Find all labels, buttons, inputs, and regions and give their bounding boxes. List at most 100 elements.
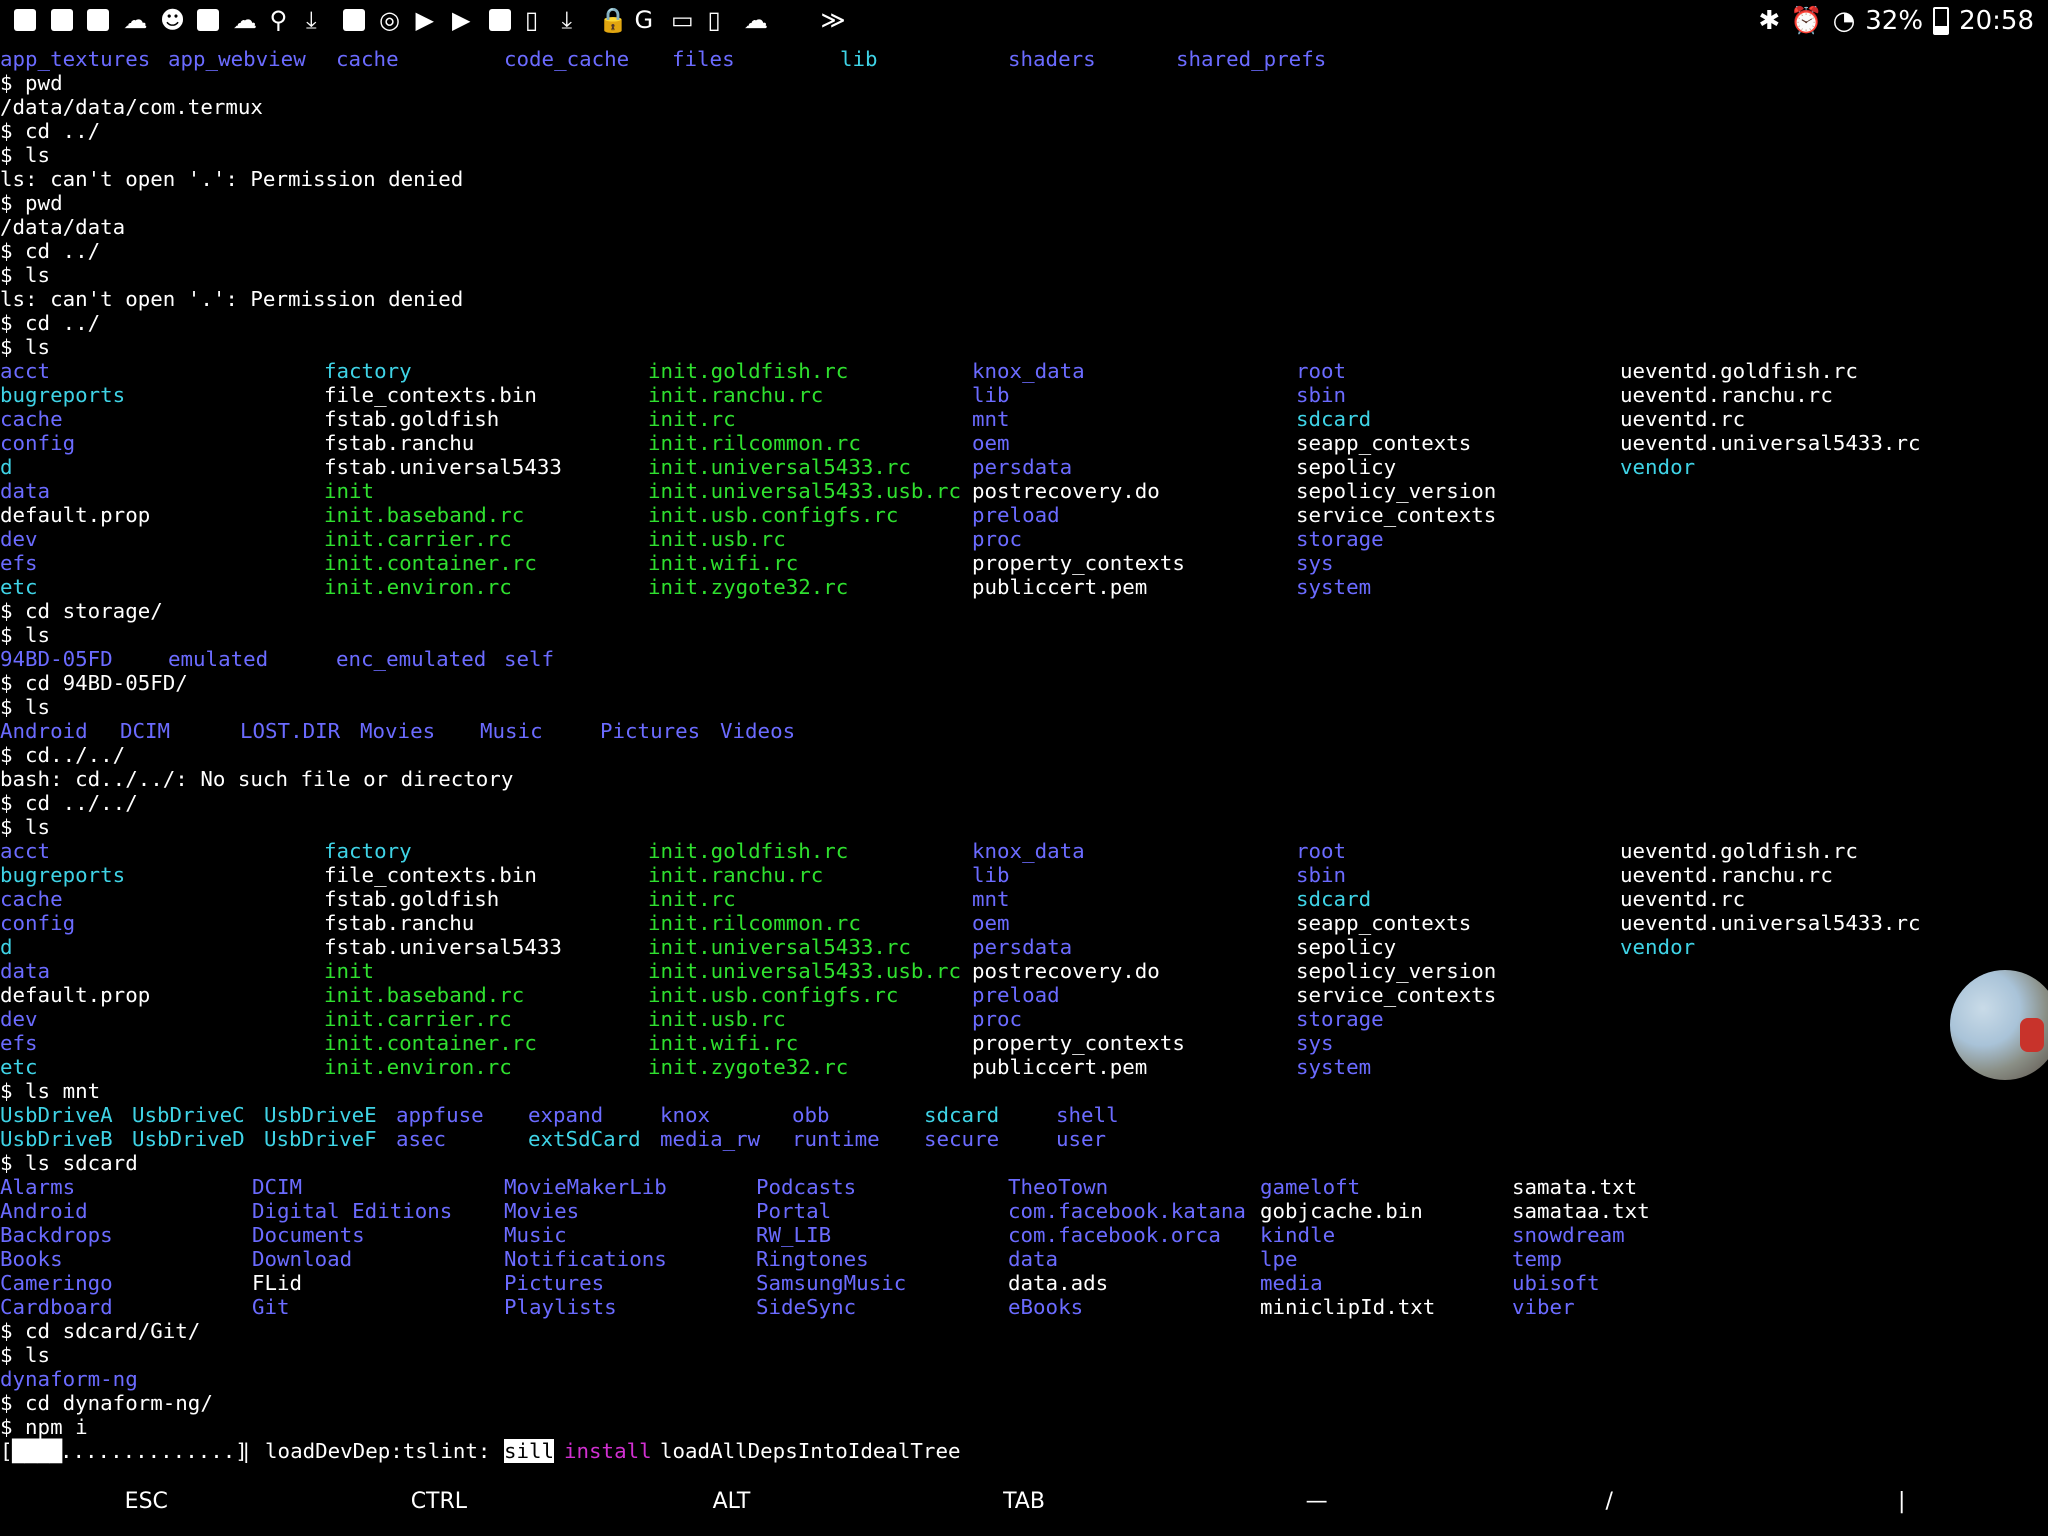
terminal-token: file_contexts.bin (324, 863, 537, 887)
extra-key-4[interactable]: — (1170, 1480, 1463, 1536)
terminal-token: publiccert.pem (972, 1055, 1148, 1079)
terminal-token: RW_LIB (756, 1223, 832, 1247)
terminal-line: bugreports file_contexts.bin init.ranchu.r… (0, 863, 2048, 887)
terminal-token: file_contexts.bin (324, 383, 537, 407)
terminal-line: dev init.carrier.rc init.usb.rc proc storage (0, 1007, 2048, 1031)
terminal-token: Videos (720, 719, 796, 743)
terminal-token: bugreports (0, 383, 126, 407)
terminal-token: ueventd.goldfish.rc (1620, 839, 1858, 863)
terminal-line: $ cd sdcard/Git/ (0, 1319, 2048, 1343)
terminal-token: MovieMakerLib (504, 1175, 667, 1199)
terminal-token: system (1296, 575, 1372, 599)
flipboard-icon (196, 6, 219, 34)
clipboard-icon: ▯ (707, 6, 721, 34)
terminal-token: init (324, 479, 375, 503)
terminal-token: property_contexts (972, 1031, 1185, 1055)
battery-percent: 32% (1865, 6, 1924, 36)
terminal-token: persdata (972, 455, 1073, 479)
terminal-token: loadAllDepsIntoIdealTree (660, 1439, 961, 1463)
terminal-line: $ cd ../ (0, 239, 2048, 263)
terminal-token: sys (1296, 551, 1334, 575)
terminal-token: app_webview (168, 47, 306, 71)
flipboard-icon (87, 6, 109, 34)
extra-key-6[interactable]: | (1755, 1480, 2048, 1536)
terminal-token: secure (924, 1127, 1000, 1151)
terminal-token: com.facebook.orca (1008, 1223, 1221, 1247)
terminal-token: lib (840, 47, 878, 71)
terminal-line: $ cd ../ (0, 311, 2048, 335)
terminal-token: ueventd.rc (1620, 407, 1746, 431)
terminal-token: init.baseband.rc (324, 503, 525, 527)
extra-key-1[interactable]: CTRL (293, 1480, 586, 1536)
terminal-token: data (0, 479, 51, 503)
terminal-line: acct factory init.goldfish.rc knox_data root… (0, 839, 2048, 863)
terminal-token: snowdream (1512, 1223, 1625, 1247)
terminal-line: d fstab.universal5433 init.universal5433.r… (0, 935, 2048, 959)
flipboard-icon (488, 6, 511, 34)
terminal-token: efs (0, 551, 38, 575)
terminal-line: $ ls (0, 1343, 2048, 1367)
terminal-token: sepolicy (1296, 935, 1397, 959)
terminal-token: fstab.goldfish (324, 887, 500, 911)
terminal-token: sdcard (1296, 887, 1372, 911)
terminal-token: cache (0, 887, 63, 911)
terminal-token: proc (972, 1007, 1023, 1031)
terminal-token: service_contexts (1296, 983, 1497, 1007)
terminal-token: fstab.ranchu (324, 911, 475, 935)
terminal-token: init.wifi.rc (648, 1031, 799, 1055)
terminal-token: Music (480, 719, 543, 743)
terminal-line: $ cd storage/ (0, 599, 2048, 623)
terminal-token: init.baseband.rc (324, 983, 525, 1007)
terminal-token: Git (252, 1295, 290, 1319)
terminal-token: init.container.rc (324, 551, 537, 575)
terminal-token: | loadDevDep:tslint: (240, 1439, 503, 1463)
terminal-token: ls: can't open '.': Permission denied (0, 287, 464, 311)
terminal-token: sepolicy_version (1296, 479, 1497, 503)
terminal-token: shaders (1008, 47, 1096, 71)
extra-key-5[interactable]: / (1463, 1480, 1756, 1536)
terminal-line: ls: can't open '.': Permission denied (0, 167, 2048, 191)
terminal-line: app_textures app_webview cache code_cache fi… (0, 47, 2048, 71)
terminal-line: Alarms DCIM MovieMakerLib Podcasts TheoTown g… (0, 1175, 2048, 1199)
terminal-line: etc init.environ.rc init.zygote32.rc public… (0, 1055, 2048, 1079)
alarm-icon: ⏰ (1790, 6, 1823, 36)
opera-icon: ◎ (379, 6, 400, 34)
lock-icon: 🔒 (598, 6, 628, 34)
terminal-token: data.ads (1008, 1271, 1109, 1295)
terminal-token: vendor (1620, 935, 1696, 959)
terminal-token: $ ls mnt (0, 1079, 101, 1103)
terminal-token: UsbDriveB (0, 1127, 113, 1151)
wifi-icon: ◔ (1832, 6, 1856, 36)
terminal-token: files (672, 47, 735, 71)
clipboard-icon: ▯ (525, 6, 539, 34)
terminal-token: UsbDriveA (0, 1103, 113, 1127)
terminal-token: knox_data (972, 839, 1085, 863)
terminal-token: lpe (1260, 1247, 1298, 1271)
terminal-token: 94BD-05FD (0, 647, 113, 671)
terminal-token: init (324, 959, 375, 983)
terminal-token: data (0, 959, 51, 983)
terminal-token: bash: cd../../: No such file or director… (0, 767, 514, 791)
terminal-line: UsbDriveB UsbDriveD UsbDriveF asec extSdCard… (0, 1127, 2048, 1151)
terminal-token: root (1296, 359, 1347, 383)
terminal-token: etc (0, 575, 38, 599)
terminal-token: fstab.goldfish (324, 407, 500, 431)
terminal-line: bash: cd../../: No such file or director… (0, 767, 2048, 791)
terminal-token: $ ls (0, 143, 51, 167)
extra-key-0[interactable]: ESC (0, 1480, 293, 1536)
terminal-token: knox_data (972, 359, 1085, 383)
extra-key-2[interactable]: ALT (585, 1480, 878, 1536)
terminal-token: seapp_contexts (1296, 911, 1472, 935)
terminal-token: ueventd.ranchu.rc (1620, 383, 1833, 407)
terminal-token: Backdrops (0, 1223, 113, 1247)
flipboard-icon (14, 6, 36, 34)
terminal-line: $ ls (0, 335, 2048, 359)
terminal-token: mnt (972, 407, 1010, 431)
terminal-token: $ cd ../ (0, 239, 101, 263)
terminal-output[interactable]: app_textures app_webview cache code_cache fi… (0, 47, 2048, 1463)
extra-key-3[interactable]: TAB (878, 1480, 1171, 1536)
terminal-token: init.usb.rc (648, 1007, 786, 1031)
terminal-token: Movies (504, 1199, 580, 1223)
terminal-token: kindle (1260, 1223, 1336, 1247)
terminal-token: init.carrier.rc (324, 1007, 512, 1031)
